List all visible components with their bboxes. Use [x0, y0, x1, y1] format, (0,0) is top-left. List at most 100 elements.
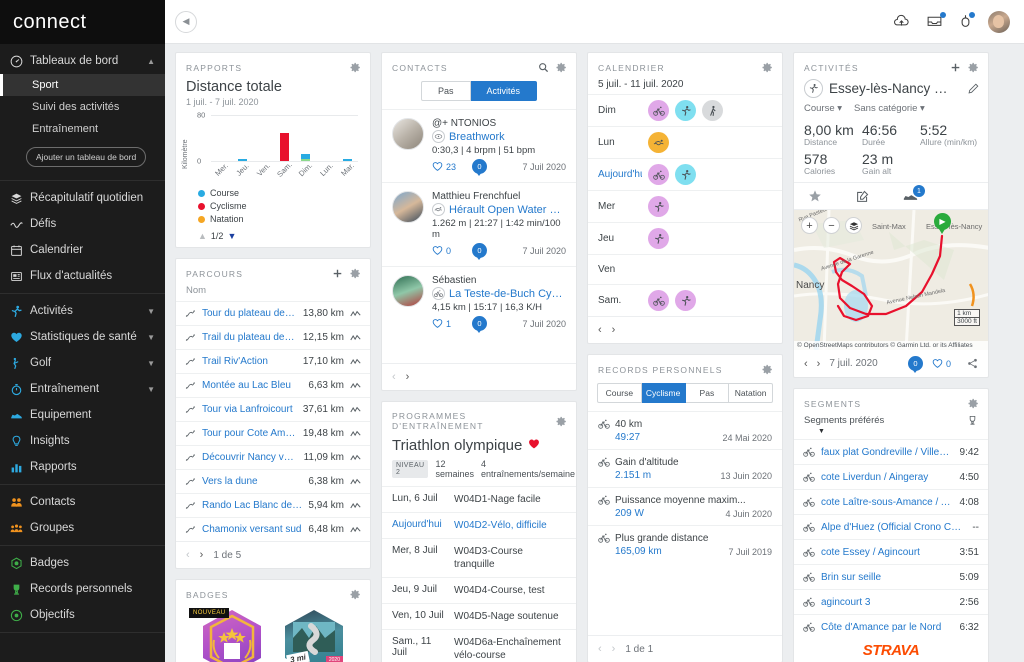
list-item[interactable]: @+ NTONIOS Breathwork 0:30,3 | 4 brpm | … — [382, 109, 576, 182]
activity-name[interactable]: Essey-lès-Nancy Cou... — [829, 81, 955, 96]
chart-bar-group[interactable] — [253, 115, 274, 161]
like-control[interactable]: 23 — [432, 161, 472, 172]
gear-icon[interactable] — [968, 62, 979, 73]
activity-sport-dropdown[interactable]: Course ▾ — [804, 103, 842, 114]
heart-icon[interactable] — [528, 437, 540, 454]
sidebar-item-objectifs[interactable]: Objectifs — [0, 602, 165, 628]
sidebar-item-insights[interactable]: Insights — [0, 428, 165, 454]
chart-bar-group[interactable] — [232, 115, 253, 161]
calendar-day-row[interactable]: Jeu — [588, 222, 782, 254]
record-value[interactable]: 165,09 km — [615, 546, 662, 557]
record-row[interactable]: 40 km 49:27 24 Mai 2020 — [588, 411, 782, 449]
sidebar-subitem-suivi-des-activites[interactable]: Suivi des activités — [0, 96, 165, 118]
table-row[interactable]: Chamonix versant sud6,48 km — [176, 517, 370, 541]
prev-week-icon[interactable]: ‹ — [598, 324, 602, 336]
plus-icon[interactable] — [332, 268, 343, 279]
star-icon[interactable] — [808, 189, 822, 203]
chart-legend-item[interactable]: Cyclisme — [198, 200, 360, 213]
calendar-activity-badge[interactable] — [648, 290, 669, 311]
segment-row[interactable]: agincourt 32:56 — [794, 589, 988, 614]
segment-row[interactable]: cote Essey / Agincourt3:51 — [794, 539, 988, 564]
calendar-activity-badge[interactable] — [702, 100, 723, 121]
prev-activity-icon[interactable]: ‹ — [804, 358, 808, 370]
sidebar-item-tableaux-de-bord[interactable]: Tableaux de bord ▲ — [0, 48, 165, 74]
elevation-profile-icon[interactable] — [350, 406, 361, 414]
elevation-profile-icon[interactable] — [350, 478, 361, 486]
training-plan-session[interactable]: W04D1-Nage facile — [454, 493, 566, 506]
calendar-day-row[interactable]: Ven — [588, 254, 782, 284]
record-row[interactable]: Gain d'altitude 2.151 m 13 Juin 2020 — [588, 449, 782, 487]
segment-name[interactable]: cote Liverdun / Aingeray — [821, 472, 954, 483]
course-name[interactable]: Tour via Lanfroicourt — [202, 404, 297, 415]
contact-activity-title[interactable]: Breathwork — [449, 131, 505, 143]
record-row[interactable]: Plus grande distance 165,09 km 7 Juil 20… — [588, 525, 782, 563]
record-value[interactable]: 49:27 — [615, 432, 640, 443]
table-row[interactable]: Découvrir Nancy versi...11,09 km — [176, 445, 370, 469]
segment-name[interactable]: Côte d'Amance par le Nord — [821, 622, 954, 633]
contact-activity-title[interactable]: Hérault Open Water Swi... — [449, 204, 566, 216]
map-zoom-in-button[interactable]: + — [801, 217, 818, 234]
prev-page-icon[interactable]: ‹ — [598, 643, 602, 655]
trophy-icon[interactable] — [967, 415, 978, 426]
course-name[interactable]: Rando Lac Blanc depu... — [202, 500, 302, 511]
sidebar-item-rapports[interactable]: Rapports — [0, 454, 165, 480]
course-name[interactable]: Chamonix versant sud — [202, 524, 302, 535]
calendar-activity-badge[interactable] — [648, 164, 669, 185]
record-value[interactable]: 2.151 m — [615, 470, 651, 481]
gear-icon[interactable] — [350, 62, 361, 73]
sidebar-subitem-sport[interactable]: Sport — [0, 74, 165, 96]
training-plan-row[interactable]: Ven, 10 JuilW04D5-Nage soutenue — [382, 603, 576, 629]
sidebar-item-groupes[interactable]: Groupes — [0, 515, 165, 541]
next-week-icon[interactable]: › — [612, 324, 616, 336]
tab-course[interactable]: Course — [597, 383, 642, 403]
map-layers-button[interactable] — [845, 217, 862, 234]
tab-pas[interactable]: Pas — [686, 383, 730, 403]
table-row[interactable]: Trail Riv'Action17,10 km — [176, 349, 370, 373]
gear-icon[interactable] — [350, 589, 361, 600]
calendar-activity-badge[interactable] — [648, 100, 669, 121]
calendar-day-row[interactable]: Dim — [588, 94, 782, 126]
calendar-activity-badge[interactable] — [648, 228, 669, 249]
record-row[interactable]: Puissance moyenne maxim... 209 W 4 Juin … — [588, 487, 782, 525]
next-activity-icon[interactable]: › — [817, 358, 821, 370]
next-page-icon[interactable]: › — [612, 643, 616, 655]
segment-row[interactable]: Brin sur seille5:09 — [794, 564, 988, 589]
chevron-down-icon[interactable]: ▼ — [147, 307, 155, 316]
gear-icon[interactable] — [762, 62, 773, 73]
training-plan-row[interactable]: Lun, 6 JuilW04D1-Nage facile — [382, 486, 576, 512]
record-value[interactable]: 209 W — [615, 508, 644, 519]
like-control[interactable]: 0 — [932, 358, 951, 369]
elevation-profile-icon[interactable] — [350, 358, 361, 366]
chart-prev-icon[interactable]: ▲ — [198, 231, 207, 241]
segment-row[interactable]: faux plat Gondreville / Villey-le-...9:4… — [794, 439, 988, 464]
edit-pencil-icon[interactable] — [968, 83, 979, 94]
calendar-day-row[interactable]: Mer — [588, 190, 782, 222]
table-row[interactable]: Trail du plateau de M...12,15 km — [176, 325, 370, 349]
next-page-icon[interactable]: › — [200, 549, 204, 561]
course-name[interactable]: Trail du plateau de M... — [202, 332, 297, 343]
prev-page-icon[interactable]: ‹ — [392, 371, 396, 383]
avatar[interactable] — [392, 191, 424, 223]
segment-row[interactable]: Alpe d'Huez (Official Crono Cou...-- — [794, 514, 988, 539]
calendar-activity-badge[interactable] — [675, 100, 696, 121]
comment-count-badge[interactable]: 0 — [908, 356, 923, 371]
sidebar-item-statistiques-de-sante[interactable]: Statistiques de santé ▼ — [0, 324, 165, 350]
segment-name[interactable]: faux plat Gondreville / Villey-le-... — [821, 447, 954, 458]
edit-note-icon[interactable] — [856, 190, 869, 203]
tab-activites[interactable]: Activités — [471, 81, 538, 101]
segment-name[interactable]: agincourt 3 — [821, 597, 954, 608]
sidebar-item-flux-dactualites[interactable]: Flux d'actualités — [0, 263, 165, 289]
sidebar-item-activites[interactable]: Activités ▼ — [0, 298, 165, 324]
user-avatar[interactable] — [988, 11, 1010, 33]
chart-bar-group[interactable] — [274, 115, 295, 161]
sidebar-item-calendrier[interactable]: Calendrier — [0, 237, 165, 263]
chevron-down-icon[interactable]: ▼ — [147, 359, 155, 368]
segment-row[interactable]: cote Laître-sous-Amance / Ama...4:08 — [794, 489, 988, 514]
chart-bar-group[interactable] — [211, 115, 232, 161]
gear-icon[interactable] — [556, 416, 567, 427]
course-name[interactable]: Vers la dune — [202, 476, 302, 487]
contact-name[interactable]: @+ NTONIOS — [432, 118, 566, 129]
training-plan-row[interactable]: Aujourd'huiW04D2-Vélo, difficile — [382, 512, 576, 538]
device-watch-icon[interactable] — [959, 14, 972, 30]
table-row[interactable]: Vers la dune6,38 km — [176, 469, 370, 493]
